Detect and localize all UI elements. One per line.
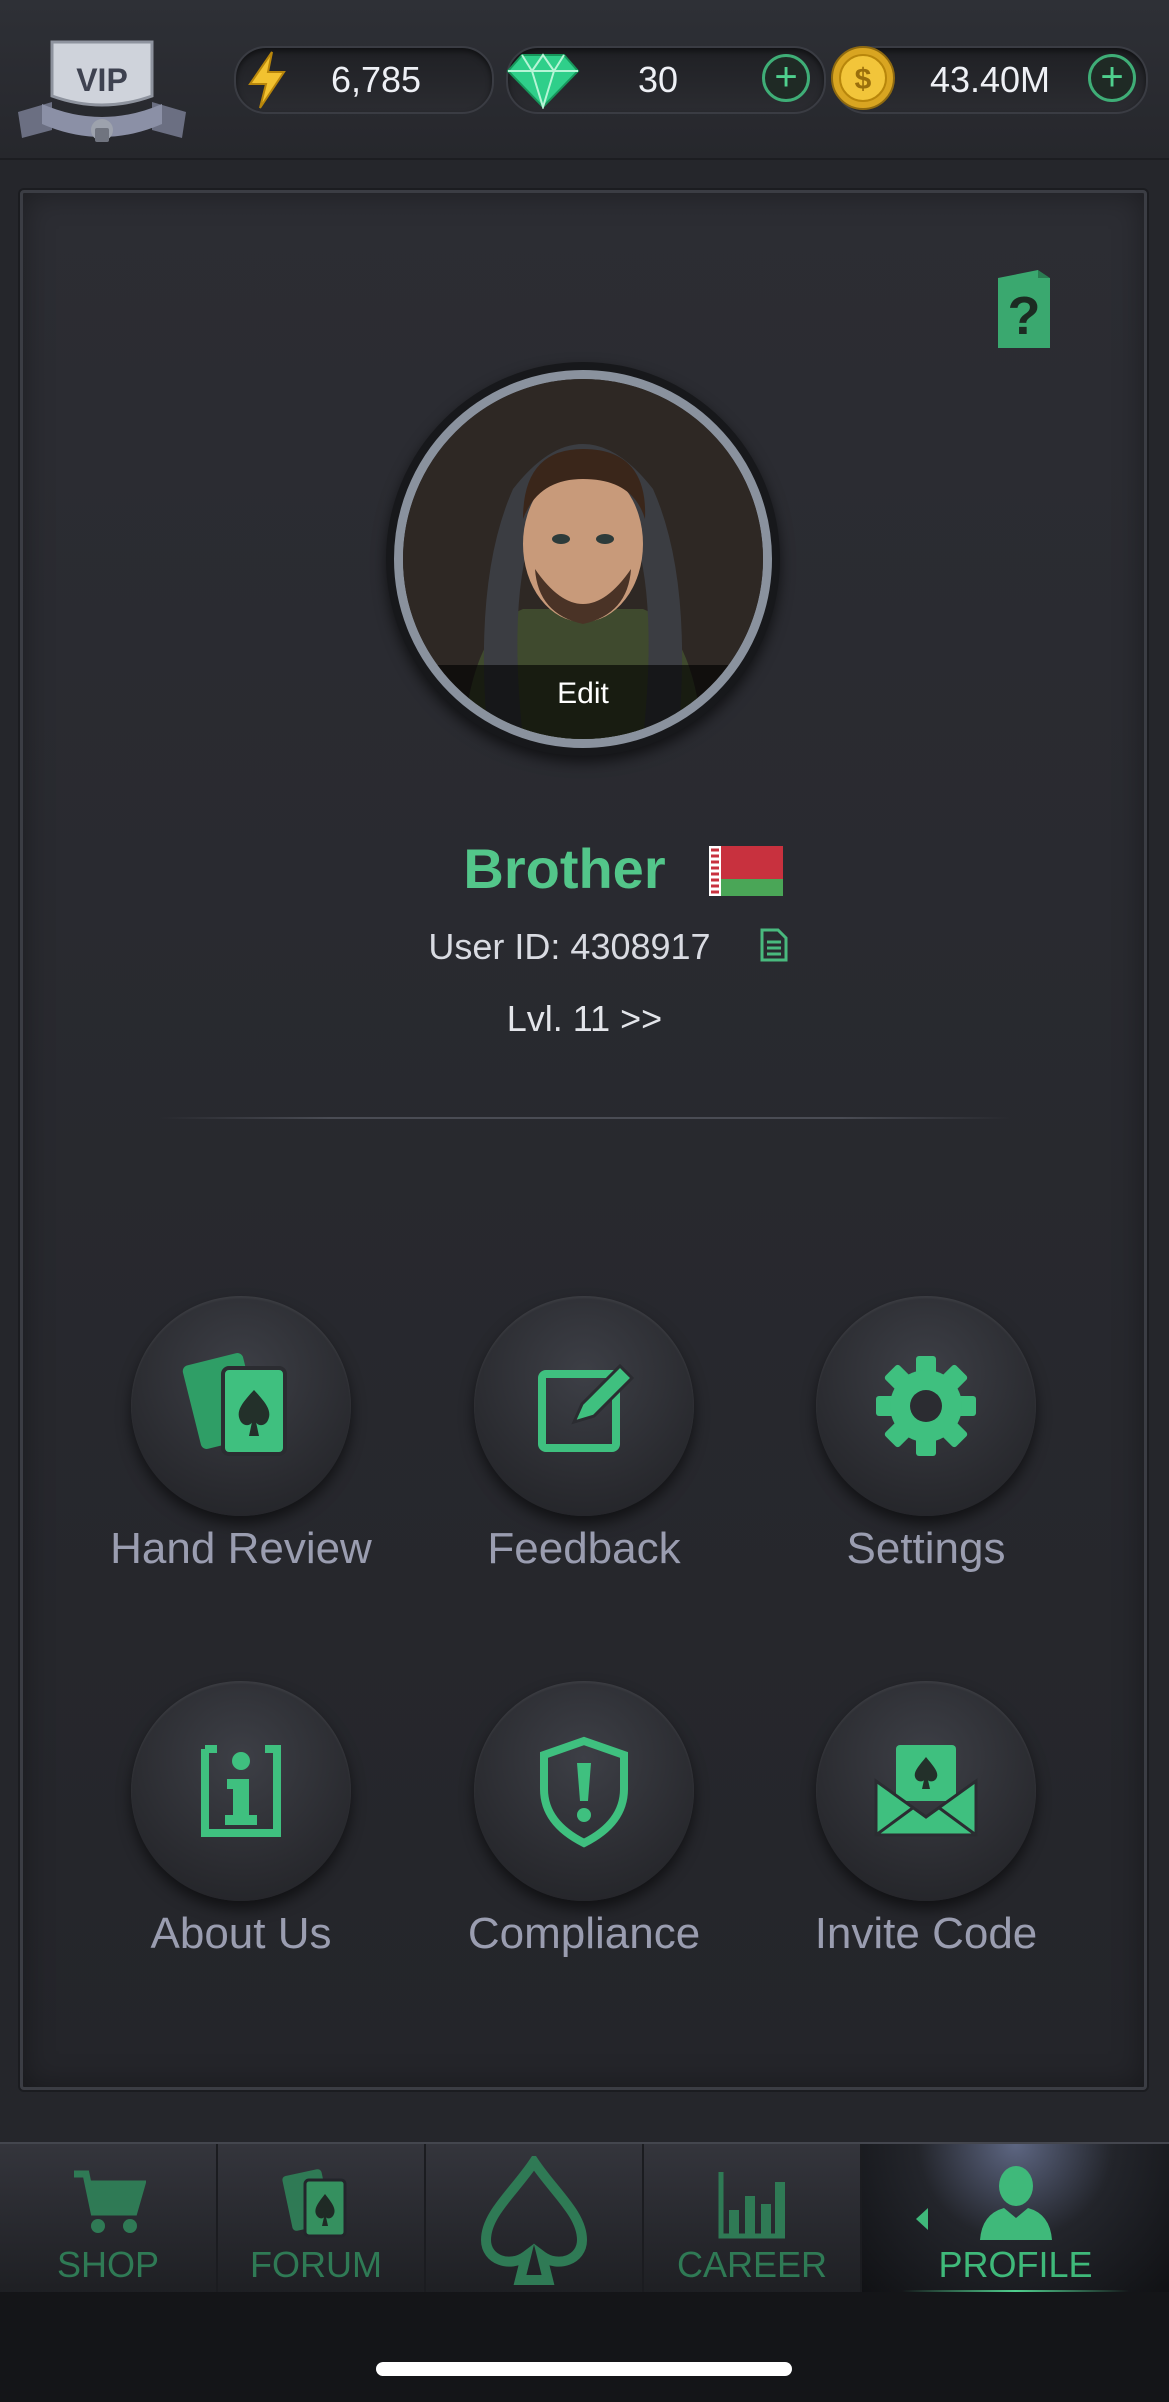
nav-career[interactable]: CAREER	[644, 2144, 862, 2294]
cards-icon	[182, 1353, 287, 1456]
username-text: Brother	[463, 837, 666, 900]
nav-shop[interactable]: SHOP	[0, 2144, 218, 2294]
feedback-label: Feedback	[487, 1524, 681, 1573]
divider	[160, 1117, 1010, 1119]
gear-icon	[876, 1356, 976, 1456]
belarus-flag-icon	[709, 846, 783, 896]
feedback-button[interactable]	[474, 1296, 694, 1516]
nav-profile[interactable]: PROFILE	[862, 2144, 1169, 2294]
user-id: User ID: 4308917	[0, 926, 1169, 968]
nav-home[interactable]	[426, 2144, 644, 2294]
home-indicator-area	[0, 2292, 1169, 2402]
person-icon	[979, 2166, 1052, 2240]
info-icon	[201, 1745, 281, 1837]
copy-icon[interactable]	[758, 928, 788, 962]
username: Brother	[0, 836, 1169, 901]
cards-icon	[282, 2169, 347, 2238]
about-us-button[interactable]	[131, 1681, 351, 1901]
chevron-left-icon	[916, 2208, 928, 2230]
hand-review-button[interactable]	[131, 1296, 351, 1516]
settings-button[interactable]	[816, 1296, 1036, 1516]
energy-value: 6,785	[330, 59, 422, 100]
hand-review-label: Hand Review	[110, 1524, 372, 1573]
about-us-label: About Us	[150, 1909, 332, 1958]
bar-chart-icon	[718, 2172, 785, 2239]
lightning-icon	[248, 51, 286, 109]
gems-counter: 30 +	[506, 46, 826, 114]
invite-code-button[interactable]	[816, 1681, 1036, 1901]
avatar-image: Edit	[394, 370, 772, 748]
energy-counter: 6,785	[234, 46, 494, 114]
invite-code-label: Invite Code	[814, 1909, 1038, 1958]
user-id-text: User ID: 4308917	[428, 926, 711, 967]
svg-text:?: ?	[1008, 286, 1041, 346]
nav-profile-label: PROFILE	[938, 2244, 1093, 2285]
avatar-edit-button[interactable]: Edit	[403, 665, 763, 739]
cart-icon	[74, 2170, 146, 2233]
settings-label: Settings	[846, 1524, 1006, 1573]
top-bar: VIP 6,785 30 + $ 43.40M +	[0, 0, 1169, 160]
svg-text:$: $	[855, 63, 872, 96]
gems-value: 30	[637, 59, 679, 100]
nav-career-label: CAREER	[676, 2244, 828, 2285]
bottom-nav: SHOP FORUM CAREER PROFILE	[0, 2142, 1169, 2294]
coins-value: 43.40M	[929, 59, 1051, 100]
vip-badge[interactable]: VIP	[12, 34, 192, 146]
add-gems-button[interactable]: +	[762, 54, 810, 102]
add-coins-button[interactable]: +	[1088, 54, 1136, 102]
shield-alert-icon	[540, 1736, 628, 1848]
help-icon[interactable]: ?	[994, 266, 1054, 350]
spade-logo-icon	[480, 2156, 588, 2285]
vip-label: VIP	[76, 62, 128, 98]
coin-icon: $	[831, 46, 895, 110]
compliance-label: Compliance	[467, 1909, 701, 1958]
gem-icon	[506, 53, 580, 109]
edit-icon	[538, 1363, 635, 1452]
coins-counter: $ 43.40M +	[831, 46, 1148, 114]
compliance-button[interactable]	[474, 1681, 694, 1901]
envelope-icon	[874, 1745, 978, 1837]
avatar[interactable]: Edit	[386, 362, 780, 756]
home-indicator[interactable]	[376, 2362, 792, 2376]
nav-forum-label: FORUM	[250, 2244, 382, 2285]
nav-forum[interactable]: FORUM	[208, 2144, 426, 2294]
level-link[interactable]: Lvl. 11 >>	[0, 998, 1169, 1040]
nav-shop-label: SHOP	[56, 2244, 160, 2285]
